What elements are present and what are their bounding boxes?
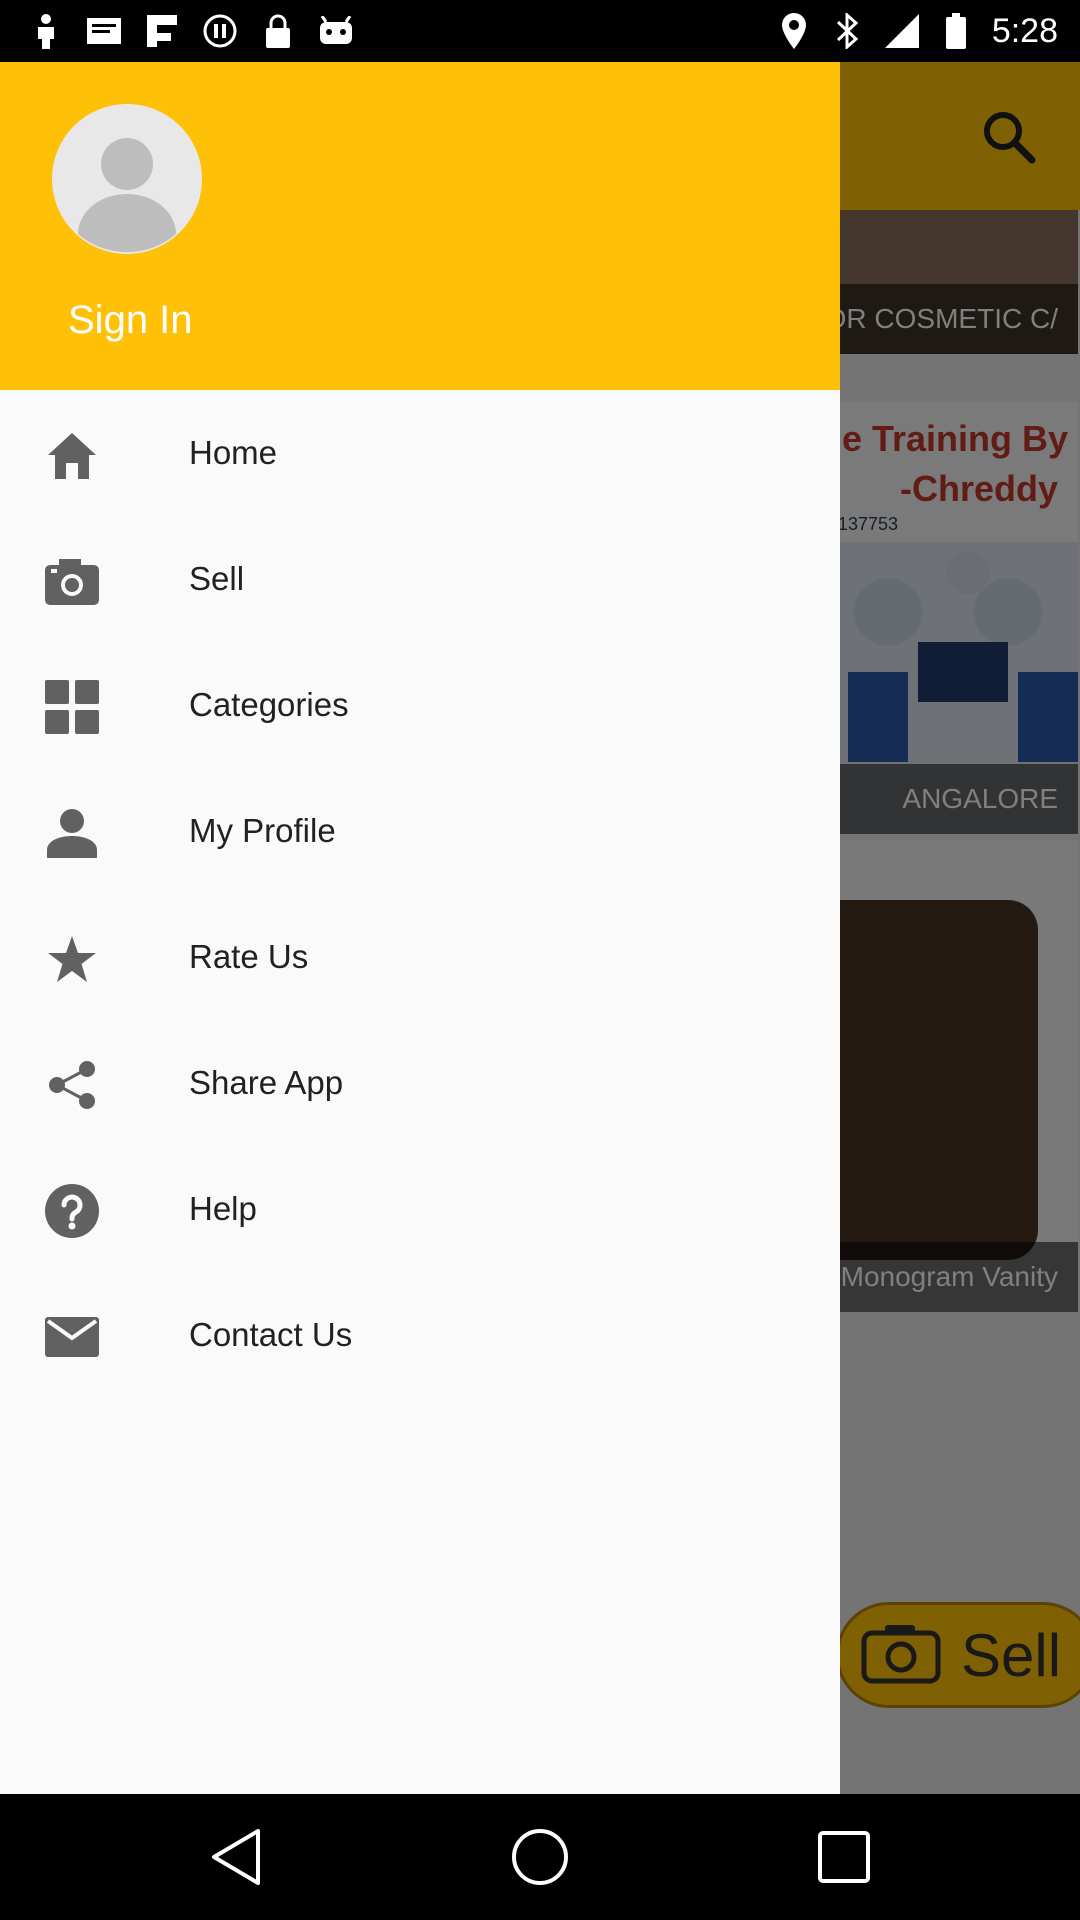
pause-icon: [202, 13, 238, 49]
battery-icon: [938, 13, 974, 49]
lock-icon: [260, 13, 296, 49]
menu-item-label: Share App: [189, 1064, 344, 1101]
help-icon: [44, 1183, 100, 1239]
menu-item-categories[interactable]: Categories: [0, 642, 840, 768]
menu-item-help[interactable]: Help: [0, 1146, 840, 1272]
star-icon: [44, 931, 100, 987]
status-bar: 5:28: [0, 0, 1080, 62]
share-icon: [44, 1057, 100, 1113]
menu-item-rate-us[interactable]: Rate Us: [0, 894, 840, 1020]
menu-item-my-profile[interactable]: My Profile: [0, 768, 840, 894]
mail-icon: [44, 1309, 100, 1365]
sign-in-link[interactable]: Sign In: [68, 298, 193, 343]
menu-item-share-app[interactable]: Share App: [0, 1020, 840, 1146]
avatar-placeholder-icon: [52, 104, 202, 254]
menu-item-label: Help: [189, 1190, 257, 1227]
status-time: 5:28: [991, 11, 1058, 50]
menu-item-label: My Profile: [189, 812, 336, 849]
location-icon: [776, 13, 812, 49]
person-status-icon: [28, 13, 64, 49]
grid-icon: [44, 679, 100, 735]
menu-item-label: Rate Us: [189, 938, 309, 975]
back-icon[interactable]: [203, 1824, 269, 1890]
signal-icon: [884, 13, 920, 49]
recents-icon[interactable]: [811, 1824, 877, 1890]
menu-item-label: Home: [189, 434, 278, 471]
menu-item-contact-us[interactable]: Contact Us: [0, 1272, 840, 1398]
bluetooth-icon: [830, 13, 866, 49]
camera-icon: [44, 553, 100, 609]
system-nav-bar: [0, 1794, 1080, 1920]
home-icon: [44, 427, 100, 483]
menu-item-label: Sell: [189, 560, 245, 597]
person-icon: [44, 805, 100, 861]
drawer-header: Sign In: [0, 62, 840, 390]
android-icon: [318, 13, 354, 49]
menu-item-label: Categories: [189, 686, 349, 723]
navigation-drawer: Sign In Home Sell Categories My Profile: [0, 62, 840, 1794]
avatar[interactable]: [52, 104, 202, 254]
menu-item-home[interactable]: Home: [0, 390, 840, 516]
flipboard-icon: [144, 13, 180, 49]
menu-item-sell[interactable]: Sell: [0, 516, 840, 642]
message-icon: [86, 13, 122, 49]
menu-item-label: Contact Us: [189, 1316, 353, 1353]
home-circle-icon[interactable]: [507, 1824, 573, 1890]
